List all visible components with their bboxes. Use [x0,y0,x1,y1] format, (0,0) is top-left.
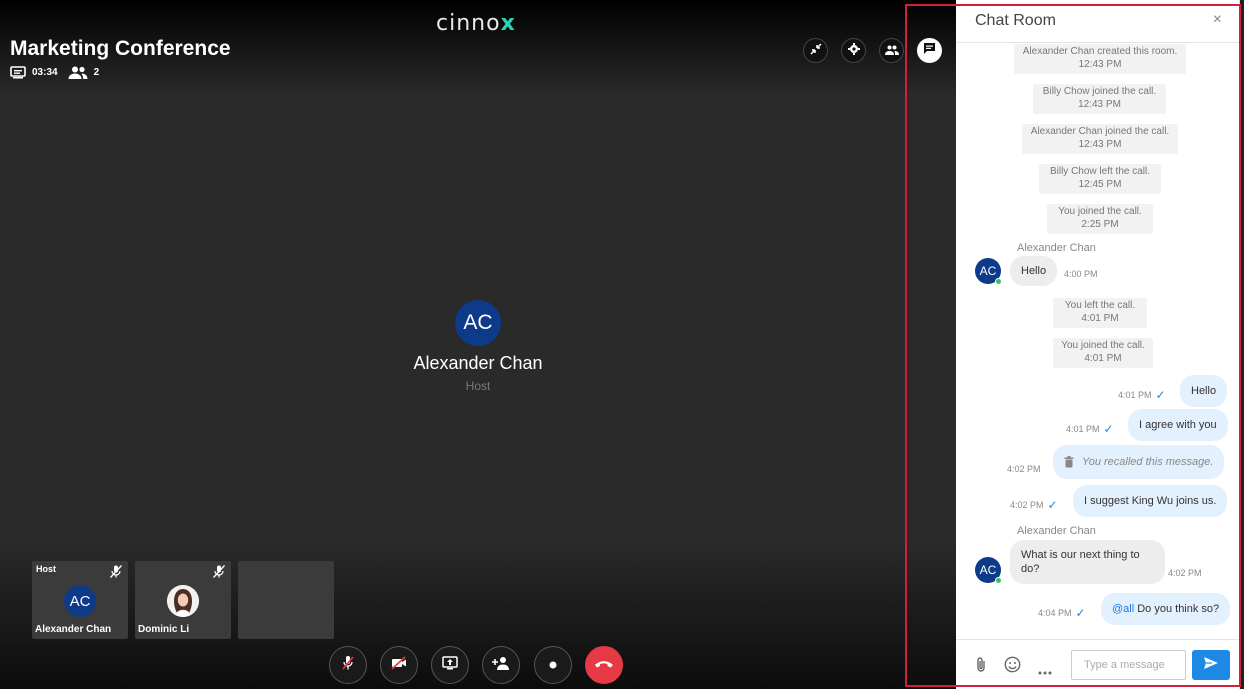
chat-panel: Chat Room × Alexander Chan created this … [956,0,1240,689]
people-icon [884,42,899,60]
add-person-icon [492,656,510,675]
chat-input-bar [956,639,1240,689]
message-time: 4:02 PM [1007,464,1041,474]
screen-timer-icon [10,66,26,79]
phone-hangup-icon [594,656,614,674]
chat-title: Chat Room [975,12,1056,29]
end-call-button[interactable] [585,646,623,684]
participants-count-icon [68,66,88,79]
message-time: 4:00 PM [1064,269,1098,279]
emoji-icon [1004,656,1021,677]
record-button[interactable] [534,646,572,684]
add-participant-button[interactable] [482,646,520,684]
online-status-dot [995,278,1002,285]
call-duration: 03:34 [32,67,58,78]
participant-name: Dominic Li [138,624,190,635]
recalled-message-bubble: You recalled this message. [1053,445,1225,479]
system-message: You joined the call. 2:25 PM [1047,204,1153,234]
read-check-icon: ✓ [1075,606,1086,620]
participant-tile[interactable]: Dominic Li [135,561,231,639]
message-bubble-outgoing: @all Do you think so? [1101,593,1231,625]
chat-icon [923,42,936,60]
avatar: AC [975,258,1002,285]
message-bubble-outgoing: Hello [1180,375,1228,407]
trash-icon [1064,456,1074,468]
message-time: 4:02 PM [1168,568,1202,578]
participant-name: Alexander Chan [35,624,112,635]
mention-tag: @all [1112,603,1135,615]
mic-off-icon [341,655,355,676]
avatar: AC [64,585,96,617]
message-bubble-incoming: What is our next thing to do? [1010,540,1165,584]
avatar: AC [975,557,1002,584]
message-bubble-incoming: Hello [1010,256,1058,286]
speaker-avatar: AC [455,300,501,346]
app-logo: cinnox [436,11,516,36]
minimize-icon [809,42,822,60]
read-check-icon: ✓ [1047,498,1058,512]
share-screen-button[interactable] [431,646,469,684]
speaker-name: Alexander Chan [413,353,543,373]
more-horizontal-icon [1038,662,1052,679]
mic-off-icon [213,565,225,583]
camera-off-icon [391,655,407,675]
message-sender: Alexander Chan [1017,525,1096,537]
system-message: You joined the call. 4:01 PM [1053,338,1153,368]
attach-button[interactable] [975,656,987,678]
speaker-role: Host [465,379,491,393]
active-speaker: AC Alexander Chan Host [0,300,956,393]
conference-title: Marketing Conference [10,37,231,60]
message-time: 4:01 PM ✓ [1066,422,1114,436]
send-icon [1203,656,1219,675]
participants-button[interactable] [879,38,904,63]
avatar-photo [167,585,199,617]
close-icon: × [1212,11,1222,28]
mute-mic-button[interactable] [329,646,367,684]
chat-header: Chat Room × [956,0,1240,43]
participant-tile[interactable]: Host AC Alexander Chan [32,561,128,639]
message-time: 4:01 PM ✓ [1118,388,1166,402]
video-stage: cinnox Marketing Conference 03:34 2 AC A… [0,0,956,689]
minimize-button[interactable] [803,38,828,63]
participants-count: 2 [93,67,100,78]
message-input[interactable] [1071,650,1186,680]
message-sender: Alexander Chan [1017,242,1096,254]
system-message: Billy Chow joined the call. 12:43 PM [1033,84,1166,114]
system-message: Alexander Chan joined the call. 12:43 PM [1022,124,1178,154]
system-message: Alexander Chan created this room. 12:43 P… [1014,44,1186,74]
mic-off-icon [110,565,122,583]
emoji-button[interactable] [1004,656,1021,678]
message-bubble-outgoing: I agree with you [1128,409,1228,441]
settings-button[interactable] [841,38,866,63]
paperclip-icon [975,657,987,677]
send-button[interactable] [1192,650,1230,680]
record-icon [549,656,557,674]
chat-toggle-button[interactable] [917,38,942,63]
online-status-dot [995,577,1002,584]
message-time: 4:02 PM ✓ [1010,498,1058,512]
more-options-button[interactable] [1038,662,1052,680]
system-message: Billy Chow left the call. 12:45 PM [1039,164,1161,194]
message-time: 4:04 PM ✓ [1038,606,1086,620]
host-badge: Host [36,564,56,574]
empty-participant-slot [238,561,334,639]
conference-meta: 03:34 2 [10,66,109,79]
read-check-icon: ✓ [1155,388,1166,402]
system-message: You left the call. 4:01 PM [1053,298,1147,328]
message-bubble-outgoing: I suggest King Wu joins us. [1073,485,1228,517]
read-check-icon: ✓ [1103,422,1114,436]
gear-icon [847,42,860,60]
camera-off-button[interactable] [380,646,418,684]
screen-share-icon [442,655,458,675]
close-chat-button[interactable]: × [1213,11,1222,29]
